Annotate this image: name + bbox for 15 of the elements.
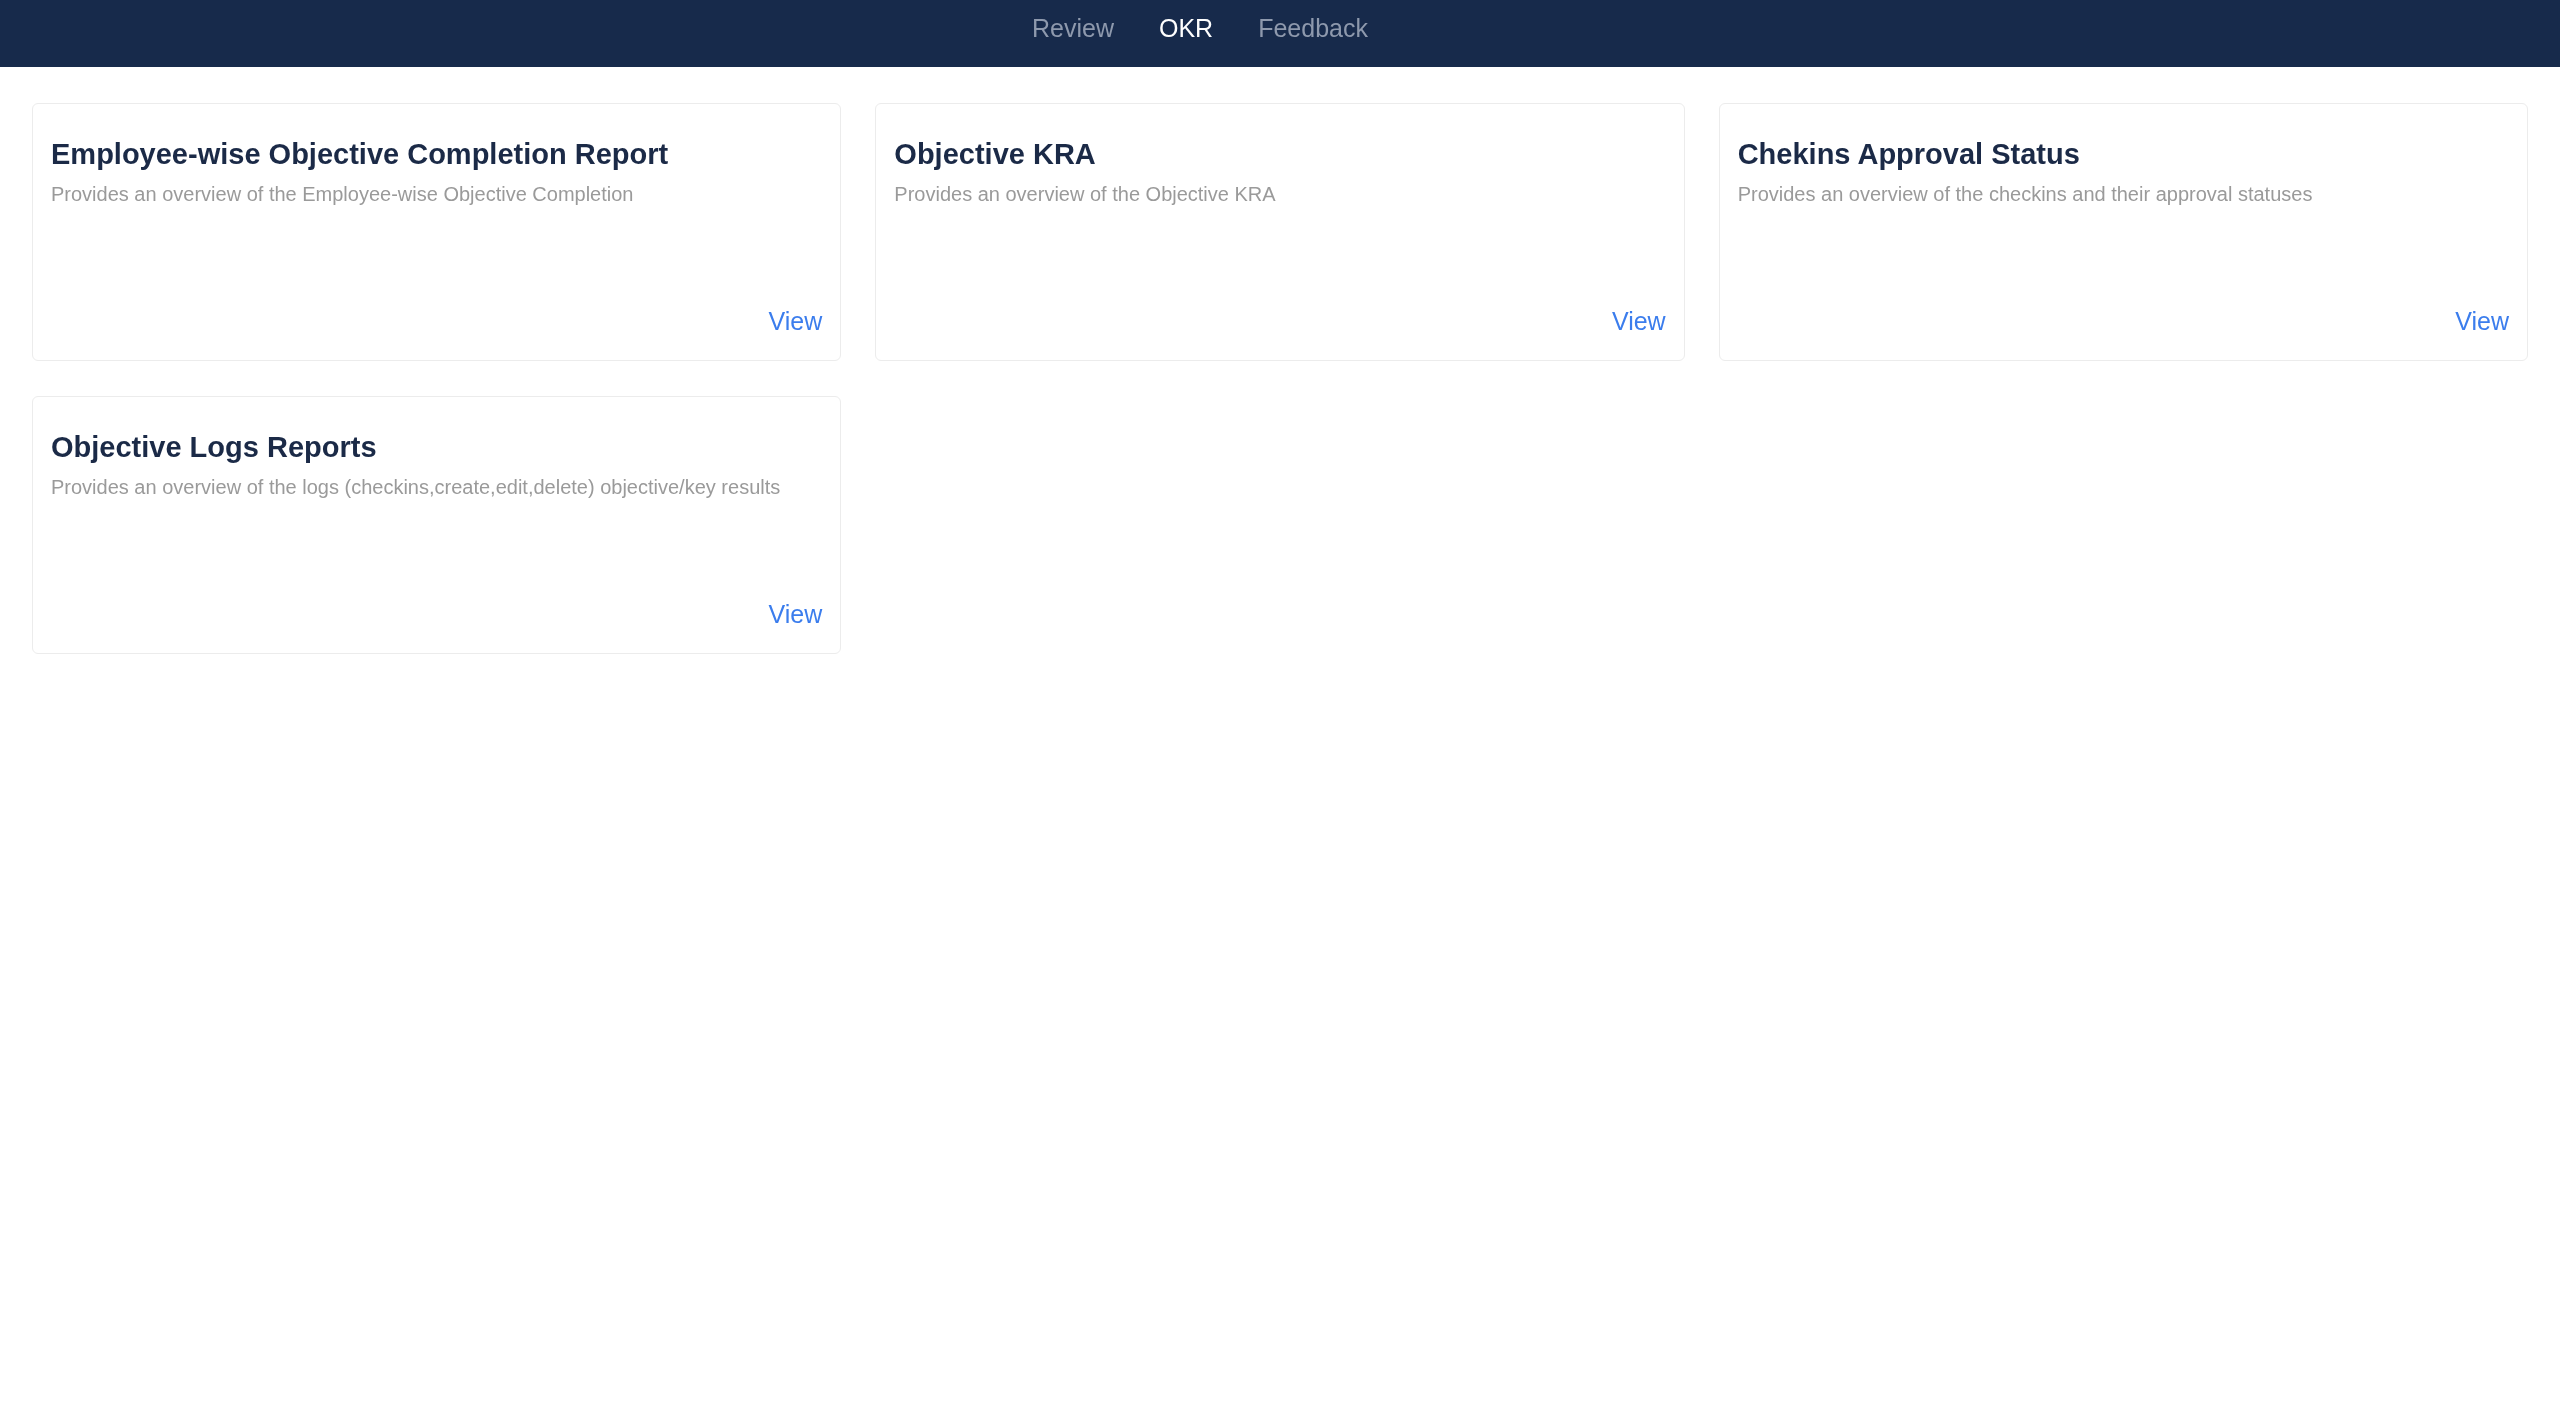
card-description: Provides an overview of the Employee-wise Objective Completion [51,182,635,207]
card-description: Provides an overview of the Objective KRA [894,182,1277,207]
card-description: Provides an overview of the logs (checkins,create,edit,delete) objective/key results [51,475,782,500]
view-link[interactable]: View [2455,302,2509,340]
nav-tab[interactable]: Review [1032,10,1114,48]
card-description: Provides an overview of the checkins and their approval statuses [1737,182,2314,207]
view-link[interactable]: View [768,595,823,633]
nav-tab[interactable]: OKR [1159,10,1214,48]
view-link[interactable]: View [768,302,823,340]
card-title: Objective Logs Reports [51,430,378,465]
view-link[interactable]: View [1611,302,1666,340]
card-title: Objective KRA [894,137,1097,172]
card-title: Chekins Approval Status [1737,137,2081,172]
card-title: Employee-wise Objective Completion Report [51,137,670,172]
nav-tab[interactable]: Feedback [1258,10,1368,48]
